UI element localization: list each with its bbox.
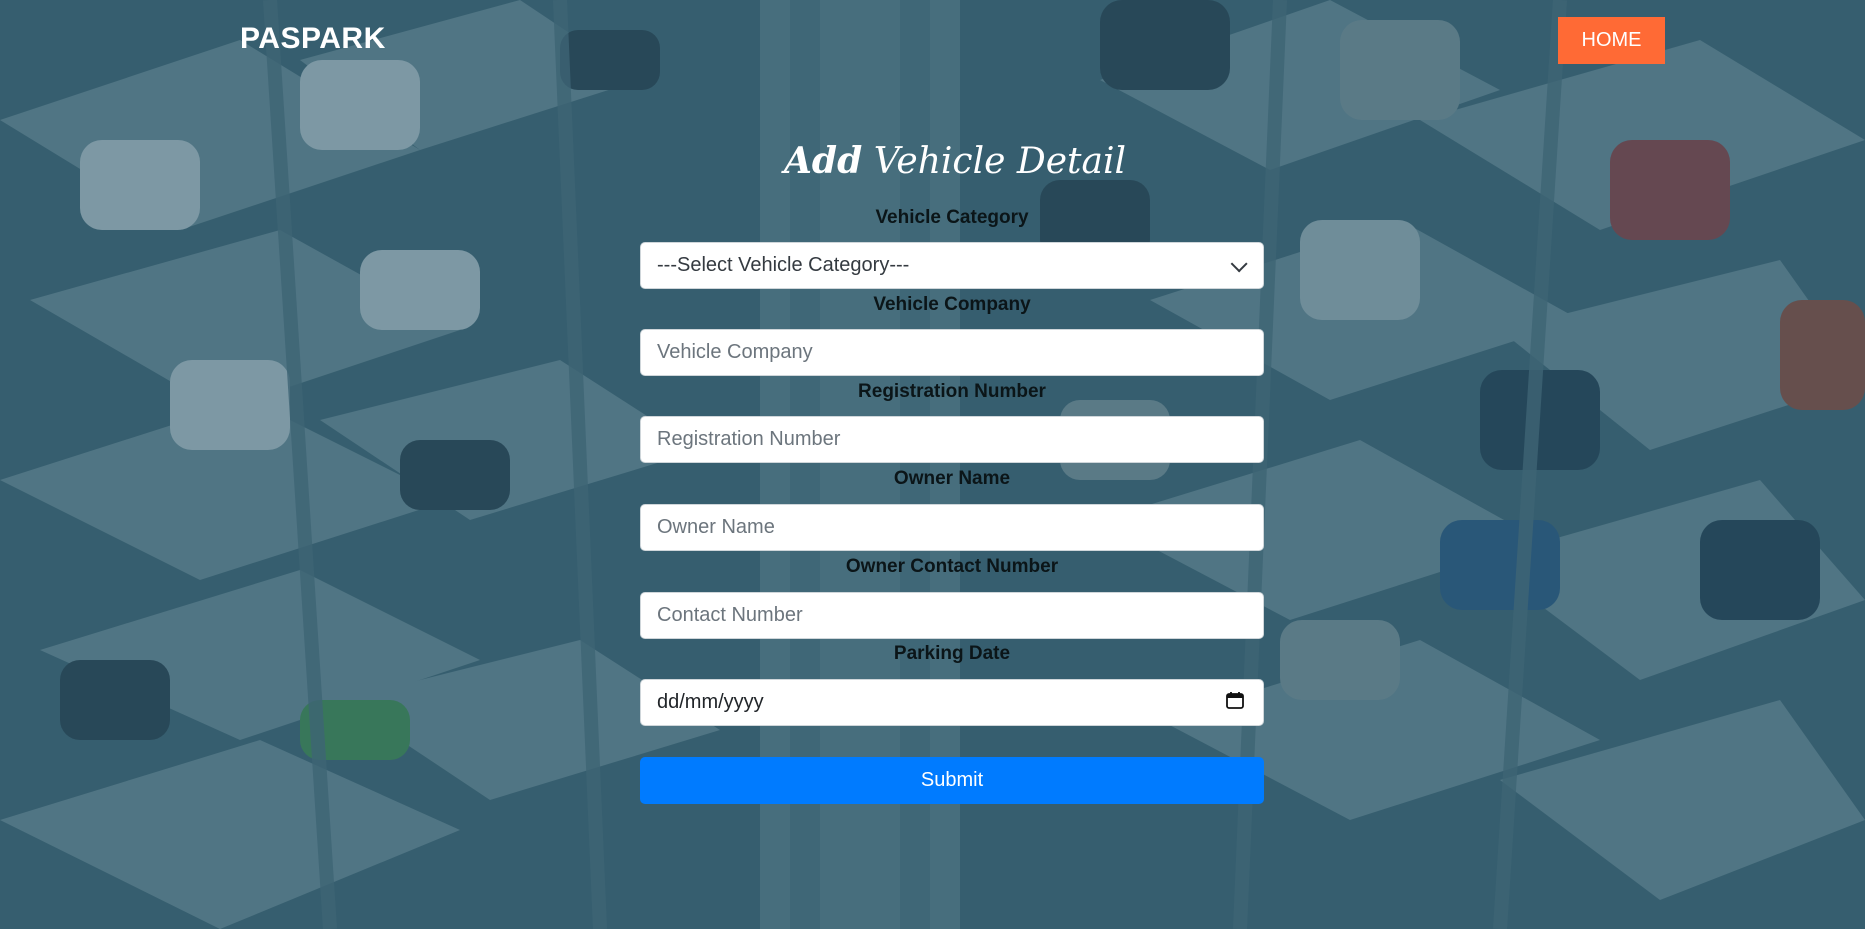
registration-number-input[interactable]: Registration Number	[640, 416, 1264, 463]
form-title: Add Vehicle Detail	[640, 140, 1270, 182]
vehicle-company-placeholder: Vehicle Company	[657, 341, 813, 363]
owner-name-input[interactable]: Owner Name	[640, 504, 1264, 551]
registration-number-label: Registration Number	[858, 381, 1046, 402]
owner-contact-placeholder: Contact Number	[657, 604, 803, 626]
vehicle-category-select[interactable]: ---Select Vehicle Category---	[640, 242, 1264, 289]
owner-contact-label: Owner Contact Number	[845, 556, 1059, 577]
vehicle-category-selected-value: ---Select Vehicle Category---	[657, 254, 910, 276]
registration-number-placeholder: Registration Number	[657, 428, 841, 450]
brand-logo[interactable]: PASPARK	[240, 22, 386, 56]
submit-button[interactable]: Submit	[640, 757, 1264, 804]
page: PASPARK HOME Add Vehicle Detail Vehicle …	[0, 0, 1865, 929]
form-title-bold: Add	[784, 140, 863, 182]
owner-name-placeholder: Owner Name	[657, 516, 775, 538]
home-button[interactable]: HOME	[1558, 17, 1665, 64]
parking-date-label: Parking Date	[893, 643, 1011, 664]
form-title-rest: Vehicle Detail	[873, 141, 1126, 182]
calendar-icon[interactable]	[1225, 690, 1245, 716]
parking-date-input[interactable]: dd/mm/yyyy	[640, 679, 1264, 726]
parking-date-placeholder: dd/mm/yyyy	[657, 691, 764, 713]
owner-contact-input[interactable]: Contact Number	[640, 592, 1264, 639]
vehicle-company-input[interactable]: Vehicle Company	[640, 329, 1264, 376]
chevron-down-icon	[1230, 254, 1248, 272]
vehicle-company-label: Vehicle Company	[873, 294, 1031, 315]
owner-name-label: Owner Name	[893, 468, 1011, 489]
vehicle-category-label: Vehicle Category	[875, 207, 1029, 228]
